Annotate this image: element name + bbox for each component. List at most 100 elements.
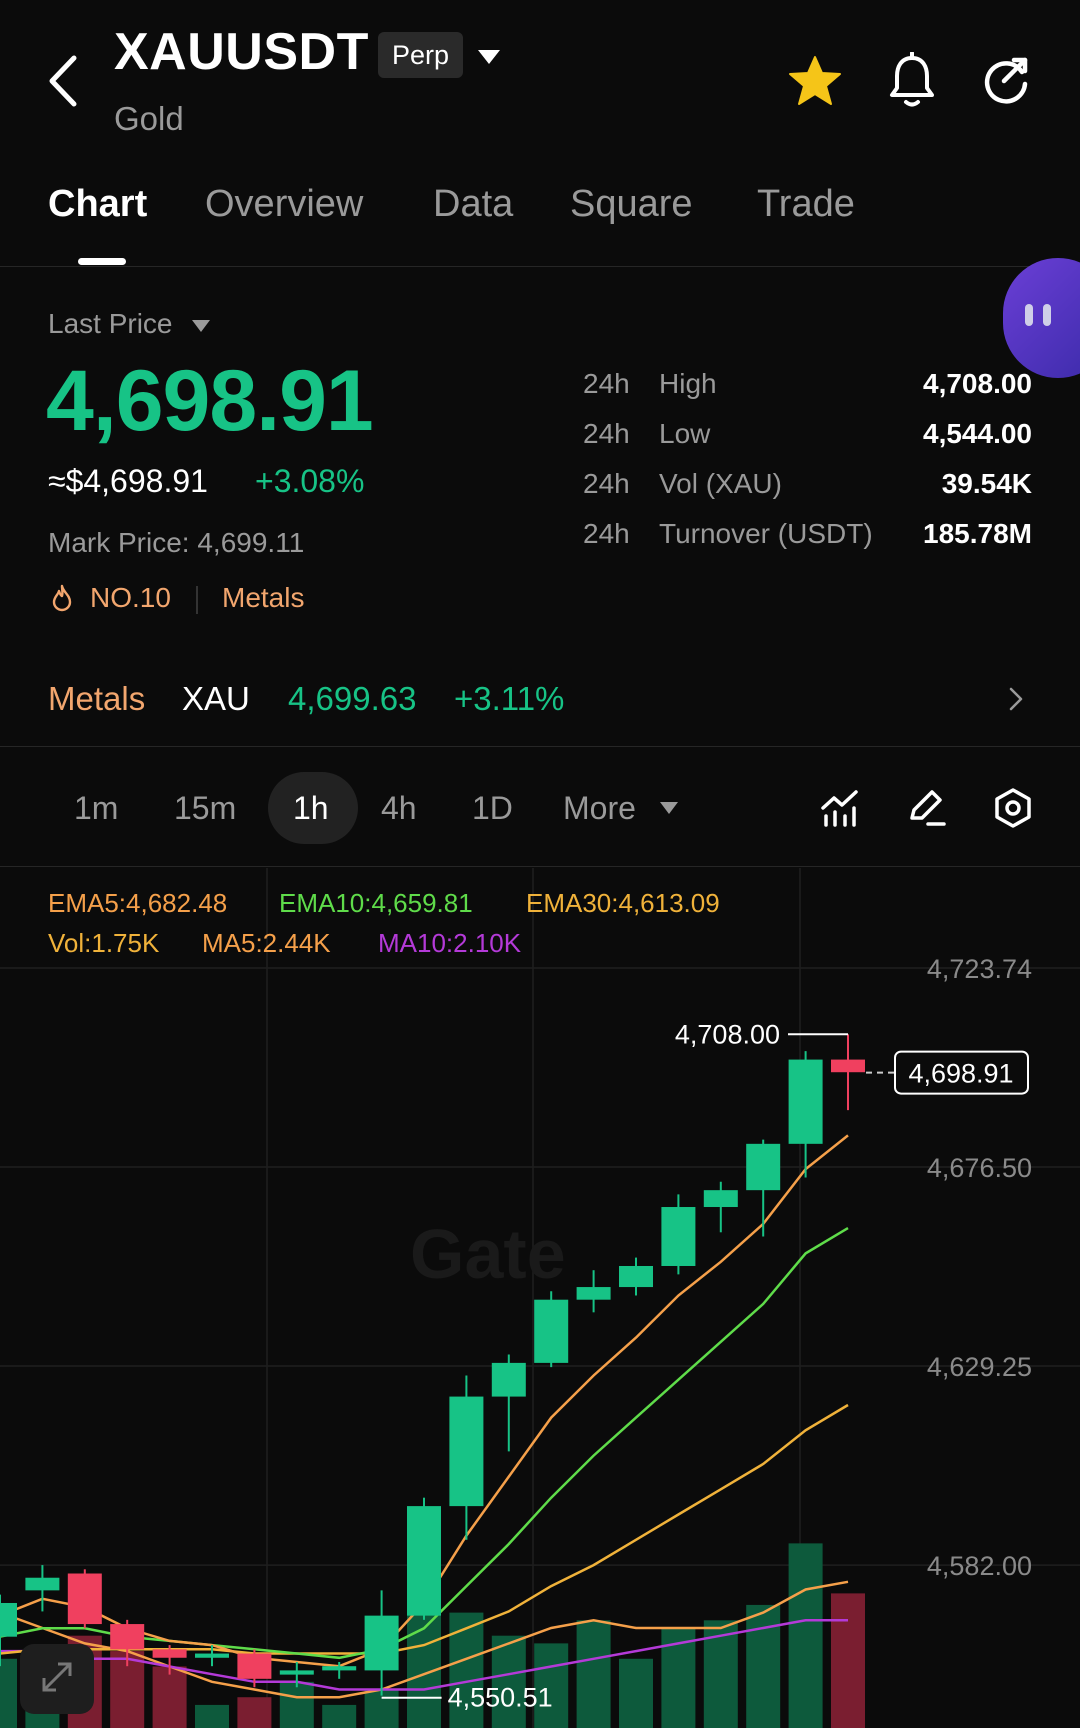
ema30-legend: EMA30:4,613.09 bbox=[526, 888, 720, 918]
high-marker-label: 4,708.00 bbox=[675, 1019, 780, 1049]
volume-bar bbox=[152, 1666, 187, 1728]
candle-body bbox=[576, 1287, 611, 1300]
interval-15m[interactable]: 15m bbox=[174, 790, 236, 827]
stat-period: 24h bbox=[583, 368, 630, 399]
contract-type-badge[interactable]: Perp bbox=[378, 32, 464, 78]
chevron-right-icon[interactable] bbox=[1008, 686, 1024, 712]
candle-body bbox=[407, 1506, 441, 1616]
candle-body bbox=[619, 1265, 653, 1288]
back-icon[interactable] bbox=[44, 52, 84, 110]
sector-price: 4,699.63 bbox=[288, 680, 417, 717]
tab-chart[interactable]: Chart bbox=[48, 183, 147, 226]
candle-body bbox=[831, 1059, 865, 1073]
ma5-legend: MA5:2.44K bbox=[202, 928, 331, 958]
y-tick-label: 4,629.25 bbox=[927, 1352, 1032, 1382]
price-change: +3.08% bbox=[255, 463, 365, 499]
candle-body bbox=[534, 1299, 569, 1363]
chevron-down-icon[interactable] bbox=[478, 50, 500, 64]
tab-overview[interactable]: Overview bbox=[205, 183, 363, 226]
candlestick-chart[interactable]: Gate 4,723.74 4,676.50 4,629.25 4,582.00 4,5… bbox=[0, 868, 1080, 1728]
volume-bar bbox=[746, 1604, 781, 1728]
tabs-divider bbox=[0, 266, 1080, 267]
candle-body bbox=[237, 1653, 272, 1679]
volume-bar bbox=[0, 1658, 17, 1728]
candle-body bbox=[746, 1143, 781, 1191]
assistant-bubble[interactable] bbox=[1003, 258, 1080, 378]
ema10-legend: EMA10:4,659.81 bbox=[279, 888, 473, 918]
candle-body bbox=[322, 1666, 357, 1671]
draw-pencil-icon[interactable] bbox=[906, 788, 946, 828]
volume-bar bbox=[322, 1704, 357, 1728]
y-tick-label: 4,582.00 bbox=[927, 1551, 1032, 1581]
category-tag[interactable]: Metals bbox=[222, 582, 304, 614]
candle-body bbox=[195, 1653, 229, 1658]
sector-divider bbox=[0, 746, 1080, 747]
stat-label-low: Low bbox=[659, 418, 711, 449]
bell-icon[interactable] bbox=[888, 52, 936, 108]
fire-icon bbox=[52, 584, 72, 612]
fullscreen-button[interactable] bbox=[20, 1644, 94, 1714]
volume-bar bbox=[576, 1620, 611, 1728]
candle-body bbox=[661, 1207, 696, 1266]
low-marker-label: 4,550.51 bbox=[448, 1683, 553, 1713]
indicator-icon[interactable] bbox=[820, 788, 860, 828]
candles bbox=[0, 1034, 865, 1696]
tab-trade[interactable]: Trade bbox=[757, 183, 855, 226]
watermark: Gate bbox=[410, 1215, 566, 1293]
y-tick-label: 4,676.50 bbox=[927, 1153, 1032, 1183]
sector-change: +3.11% bbox=[454, 680, 565, 717]
candle-body bbox=[0, 1602, 17, 1637]
volume-bar bbox=[195, 1704, 229, 1728]
last-price: 4,698.91 bbox=[46, 353, 374, 449]
candle-body bbox=[449, 1396, 484, 1507]
sector-name[interactable]: Metals bbox=[48, 680, 145, 718]
interval-1m[interactable]: 1m bbox=[74, 790, 118, 827]
tab-data[interactable]: Data bbox=[433, 183, 513, 226]
interval-divider bbox=[0, 866, 1080, 867]
sector-symbol[interactable]: XAU bbox=[182, 680, 250, 718]
interval-1h[interactable]: 1h bbox=[293, 790, 329, 827]
volume-bar bbox=[619, 1658, 653, 1728]
candle-body bbox=[703, 1190, 738, 1208]
current-price-label: 4,698.91 bbox=[908, 1059, 1013, 1089]
tab-square[interactable]: Square bbox=[570, 183, 693, 226]
volume-bar bbox=[407, 1604, 441, 1728]
stat-label-high: High bbox=[659, 368, 717, 399]
candle-body bbox=[110, 1624, 145, 1650]
vol-legend: Vol:1.75K bbox=[48, 928, 160, 958]
mark-price: Mark Price: 4,699.11 bbox=[48, 527, 305, 558]
chart-grid bbox=[0, 868, 1080, 1728]
volume-bar bbox=[831, 1593, 865, 1728]
stat-label-turnover: Turnover (USDT) bbox=[659, 518, 873, 549]
interval-4h[interactable]: 4h bbox=[381, 790, 417, 827]
share-icon[interactable] bbox=[982, 54, 1032, 104]
stat-value-vol: 39.54K bbox=[941, 468, 1032, 499]
volume-bar bbox=[788, 1543, 823, 1728]
volume-bar bbox=[279, 1681, 314, 1728]
rank-badge[interactable]: NO.10 bbox=[90, 582, 171, 614]
chevron-down-icon[interactable] bbox=[192, 320, 210, 332]
stat-value-low: 4,544.00 bbox=[923, 418, 1032, 449]
last-price-label[interactable]: Last Price bbox=[48, 308, 173, 340]
approx-usd-price: ≈$4,698.91 bbox=[48, 463, 208, 499]
candle-body bbox=[25, 1577, 60, 1591]
candle-body bbox=[279, 1670, 314, 1675]
stat-period: 24h bbox=[583, 518, 630, 549]
interval-more[interactable]: More bbox=[563, 790, 636, 827]
stat-value-turnover: 185.78M bbox=[923, 518, 1032, 549]
interval-1d[interactable]: 1D bbox=[472, 790, 513, 827]
candle-body bbox=[364, 1615, 399, 1671]
candle-body bbox=[491, 1362, 526, 1397]
candle-body bbox=[788, 1059, 823, 1144]
star-icon[interactable] bbox=[788, 55, 842, 107]
candle-body bbox=[67, 1573, 102, 1625]
settings-icon[interactable] bbox=[993, 788, 1033, 828]
tab-indicator bbox=[78, 258, 126, 265]
asset-subtitle: Gold bbox=[114, 100, 184, 137]
stat-label-vol: Vol (XAU) bbox=[659, 468, 782, 499]
separator bbox=[196, 586, 198, 614]
ema5-legend: EMA5:4,682.48 bbox=[48, 888, 227, 918]
chevron-down-icon[interactable] bbox=[660, 802, 678, 814]
ma10-legend: MA10:2.10K bbox=[378, 928, 522, 958]
symbol-title: XAUUSDT bbox=[114, 23, 369, 81]
